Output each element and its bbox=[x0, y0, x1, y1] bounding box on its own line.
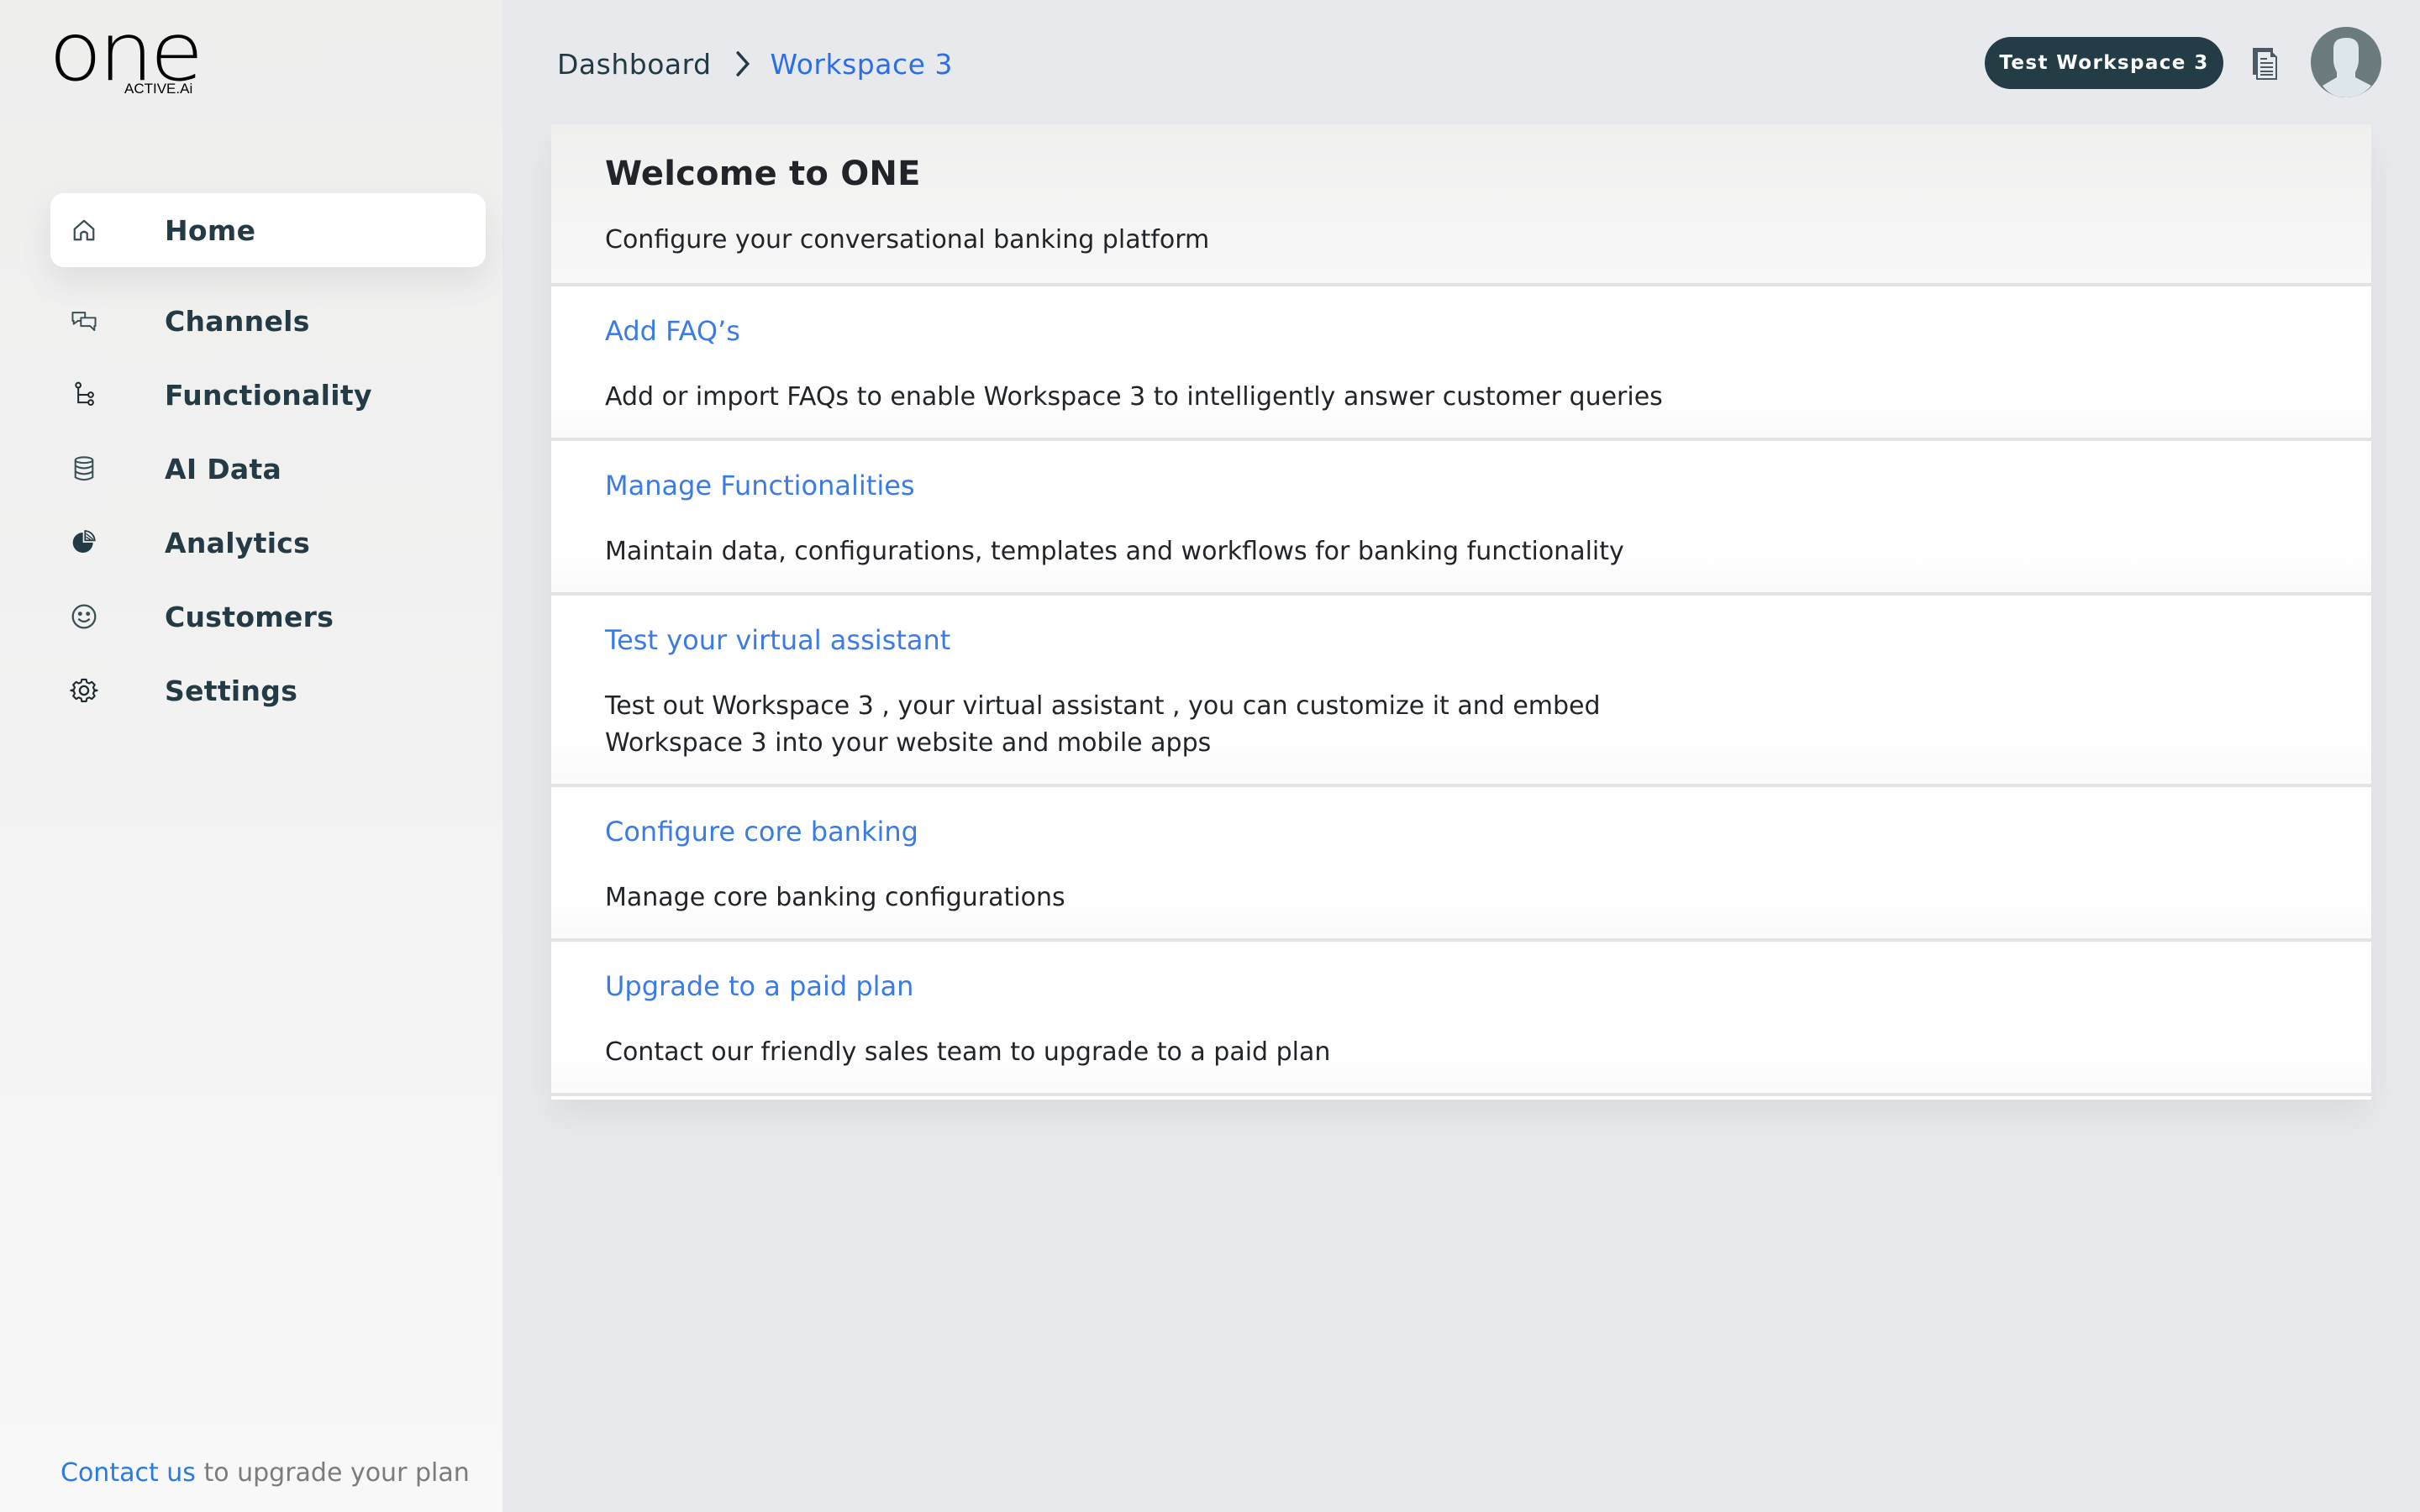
welcome-card: Welcome to ONE Configure your conversati… bbox=[551, 124, 2371, 1100]
contact-us-link[interactable]: Contact us bbox=[60, 1458, 196, 1488]
configure-core-banking-link[interactable]: Configure core banking bbox=[605, 816, 918, 848]
sidebar-item-label: Customers bbox=[165, 600, 334, 633]
breadcrumb: Dashboard Workspace 3 bbox=[557, 44, 953, 84]
action-description: Test out Workspace 3 , your virtual assi… bbox=[605, 691, 1601, 758]
database-icon bbox=[67, 452, 101, 486]
logo-subtitle: ACTIVE.Ai bbox=[124, 81, 193, 97]
action-row-core-banking: Configure core banking Manage core banki… bbox=[551, 787, 2371, 942]
chat-bubbles-icon bbox=[67, 304, 101, 338]
manage-functionalities-link[interactable]: Manage Functionalities bbox=[605, 470, 915, 501]
sidebar-item-label: Channels bbox=[165, 304, 310, 338]
home-icon bbox=[67, 213, 101, 247]
upgrade-paid-plan-link[interactable]: Upgrade to a paid plan bbox=[605, 970, 913, 1002]
sidebar-item-label: Analytics bbox=[165, 526, 311, 559]
sidebar-item-settings[interactable]: Settings bbox=[50, 654, 486, 727]
logo[interactable]: one ACTIVE.Ai bbox=[49, 12, 208, 101]
action-row-test-assistant: Test your virtual assistant Test out Wor… bbox=[551, 596, 2371, 787]
upgrade-footer-text: to upgrade your plan bbox=[195, 1458, 470, 1488]
action-description: Manage core banking configurations bbox=[605, 883, 1065, 912]
action-row-manage-functionalities: Manage Functionalities Maintain data, co… bbox=[551, 441, 2371, 596]
sidebar-item-customers[interactable]: Customers bbox=[50, 580, 486, 654]
action-row-upgrade-plan: Upgrade to a paid plan Contact our frien… bbox=[551, 942, 2371, 1096]
sidebar-item-label: Functionality bbox=[165, 378, 372, 412]
flow-tree-icon bbox=[67, 378, 101, 412]
action-description: Add or import FAQs to enable Workspace 3… bbox=[605, 382, 1663, 412]
upgrade-footer: Contact us to upgrade your plan bbox=[60, 1458, 470, 1488]
sidebar-item-ai-data[interactable]: AI Data bbox=[50, 432, 486, 506]
smiley-icon bbox=[67, 600, 101, 633]
sidebar-item-channels[interactable]: Channels bbox=[50, 284, 486, 358]
add-faqs-link[interactable]: Add FAQ’s bbox=[605, 315, 740, 347]
sidebar-item-label: Home bbox=[165, 213, 256, 247]
breadcrumb-workspace: Workspace 3 bbox=[770, 47, 953, 81]
action-row-add-faqs: Add FAQ’s Add or import FAQs to enable W… bbox=[551, 286, 2371, 441]
sidebar-nav: Home Channels Functionality AI Data Anal… bbox=[50, 193, 486, 727]
workspace-switcher-button[interactable]: Test Workspace 3 bbox=[1985, 37, 2223, 89]
breadcrumb-dashboard[interactable]: Dashboard bbox=[557, 48, 712, 81]
sidebar-item-label: Settings bbox=[165, 674, 298, 707]
sidebar-item-analytics[interactable]: Analytics bbox=[50, 506, 486, 580]
document-icon[interactable] bbox=[2252, 47, 2279, 81]
test-virtual-assistant-link[interactable]: Test your virtual assistant bbox=[605, 624, 950, 656]
pie-chart-icon bbox=[67, 526, 101, 559]
user-avatar-icon[interactable] bbox=[2311, 27, 2381, 97]
page-title: Welcome to ONE bbox=[605, 155, 921, 193]
gear-icon bbox=[67, 674, 101, 707]
page-subtitle: Configure your conversational banking pl… bbox=[605, 225, 1210, 255]
welcome-header: Welcome to ONE Configure your conversati… bbox=[551, 124, 2371, 286]
sidebar: one ACTIVE.Ai Home Channels Functionalit… bbox=[0, 0, 502, 1512]
action-description: Contact our friendly sales team to upgra… bbox=[605, 1037, 1331, 1067]
card-footer-divider bbox=[551, 1096, 2371, 1100]
sidebar-item-label: AI Data bbox=[165, 452, 282, 486]
sidebar-item-functionality[interactable]: Functionality bbox=[50, 358, 486, 432]
action-description: Maintain data, configurations, templates… bbox=[605, 537, 1624, 566]
app-root: one ACTIVE.Ai Home Channels Functionalit… bbox=[0, 0, 2420, 1512]
chevron-right-icon bbox=[729, 47, 757, 81]
sidebar-item-home[interactable]: Home bbox=[50, 193, 486, 267]
